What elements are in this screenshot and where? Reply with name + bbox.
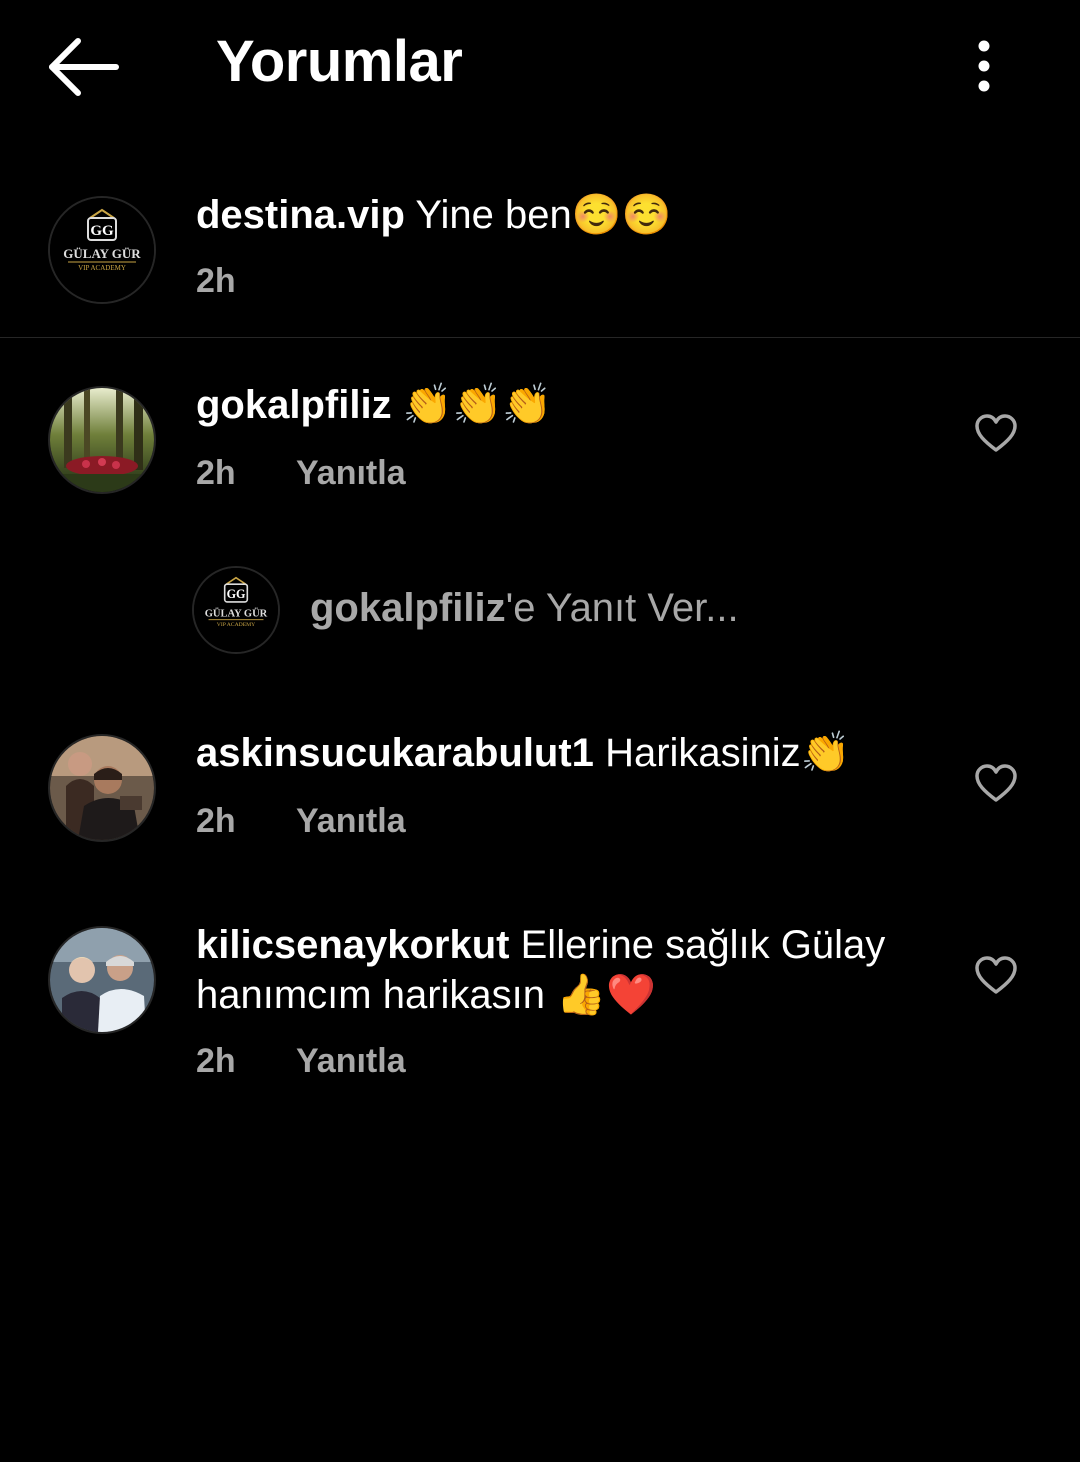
comment-text: Ellerine sağlık Gülay — [520, 923, 886, 967]
top-bar: Yorumlar — [0, 0, 1080, 130]
avatar: GG GÜLAY GÜR VIP ACADEMY — [192, 566, 280, 654]
comment-text-line: kilicsenaykorkut Ellerine sağlık Gülay — [196, 920, 885, 970]
comment-meta: 2h Yanıtla — [196, 454, 406, 493]
logo-initials: GG — [227, 587, 246, 601]
caption-meta: 2h — [196, 262, 236, 301]
logo-sub: VIP ACADEMY — [78, 264, 126, 272]
comment-username[interactable]: gokalpfiliz — [196, 383, 392, 427]
comment-time: 2h — [196, 454, 236, 492]
comment-meta: 2h Yanıtla — [196, 1042, 406, 1081]
post-caption: GG GÜLAY GÜR VIP ACADEMY destina.vip Yin… — [0, 190, 1080, 338]
reply-button[interactable]: Yanıtla — [296, 1042, 406, 1081]
logo-name: GÜLAY GÜR — [63, 246, 141, 261]
comment-meta: 2h Yanıtla — [196, 802, 406, 841]
reply-target-username: gokalpfiliz — [310, 586, 506, 630]
caption-text-line: destina.vip Yine ben☺️☺️ — [196, 190, 671, 240]
comment-text-line-2: hanımcım harikasın 👍❤️ — [196, 973, 656, 1017]
more-options-icon[interactable] — [954, 34, 1014, 98]
like-heart-icon[interactable] — [974, 764, 1018, 804]
comment-item: gokalpfiliz 👏👏👏 2h Yanıtla — [0, 383, 1080, 506]
comment-username[interactable]: askinsucukarabulut1 — [196, 731, 594, 775]
caption-text: Yine ben☺️☺️ — [415, 193, 672, 237]
comments-screen: Yorumlar GG GÜLAY GÜR VIP ACADEMY destin… — [0, 0, 1080, 1462]
comment-text: 👏👏👏 — [402, 383, 553, 427]
reply-button[interactable]: Yanıtla — [296, 454, 406, 493]
logo-sub: VIP ACADEMY — [217, 622, 256, 628]
comment-item: kilicsenaykorkut Ellerine sağlık Gülay h… — [0, 923, 1080, 1096]
logo-name: GÜLAY GÜR — [205, 606, 268, 619]
comment-text-line: gokalpfiliz 👏👏👏 — [196, 380, 552, 430]
logo-initials: GG — [90, 223, 114, 239]
caption-username[interactable]: destina.vip — [196, 193, 405, 237]
back-arrow-icon[interactable] — [40, 30, 130, 104]
like-heart-icon[interactable] — [974, 414, 1018, 454]
reply-suffix: 'e Yanıt Ver... — [505, 586, 739, 630]
comment-time: 2h — [196, 1042, 236, 1080]
comment-time: 2h — [196, 802, 236, 840]
reply-placeholder[interactable]: gokalpfiliz'e Yanıt Ver... — [310, 586, 739, 631]
avatar[interactable]: GG GÜLAY GÜR VIP ACADEMY — [48, 196, 156, 304]
avatar[interactable] — [48, 734, 156, 842]
avatar[interactable] — [48, 386, 156, 494]
avatar[interactable] — [48, 926, 156, 1034]
comment-text-line: askinsucukarabulut1 Harikasiniz👏 — [196, 728, 850, 778]
like-heart-icon[interactable] — [974, 956, 1018, 996]
comment-text: Harikasiniz👏 — [605, 731, 851, 775]
reply-button[interactable]: Yanıtla — [296, 802, 406, 841]
caption-time: 2h — [196, 262, 236, 300]
comment-item: askinsucukarabulut1 Harikasiniz👏 2h Yanı… — [0, 731, 1080, 854]
page-title: Yorumlar — [216, 29, 463, 94]
reply-input[interactable]: GG GÜLAY GÜR VIP ACADEMY gokalpfiliz'e Y… — [192, 566, 1032, 654]
comment-username[interactable]: kilicsenaykorkut — [196, 923, 510, 967]
